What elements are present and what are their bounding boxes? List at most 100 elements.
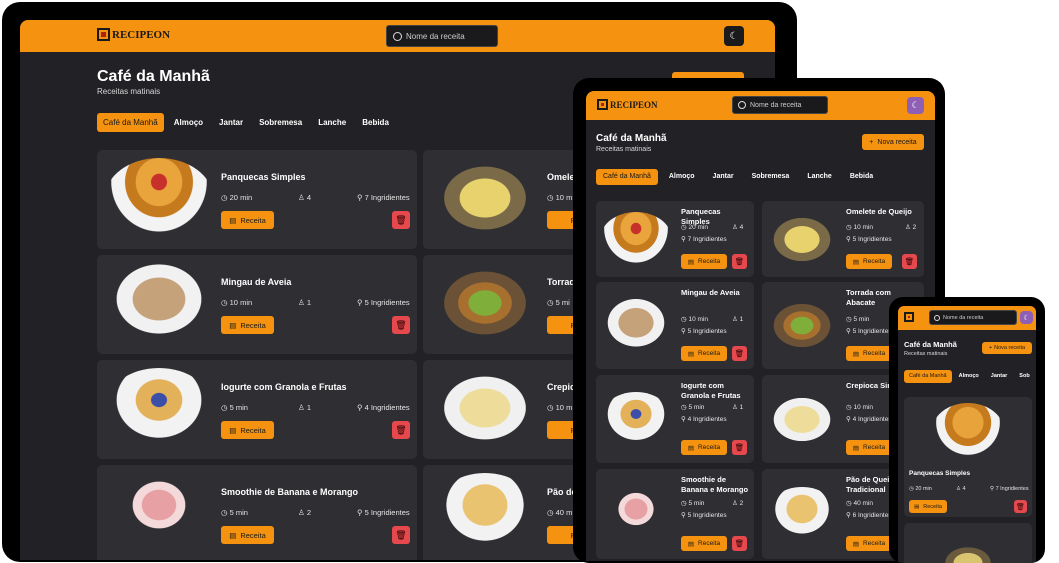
recipe-card[interactable]: Panquecas Simples ◷ 20 min ♙ 4 ⚲ 7 Ingri… (904, 397, 1032, 517)
delete-button[interactable]: 🗑 (732, 440, 747, 455)
receipt-icon: ▤ (852, 540, 860, 548)
recipe-button[interactable]: ▤ Receita (681, 440, 727, 455)
delete-button[interactable]: 🗑 (902, 254, 917, 269)
tab-jantar[interactable]: Jantar (213, 113, 249, 132)
ingredients-icon: ⚲ (681, 236, 686, 243)
delete-button[interactable]: 🗑 (392, 526, 410, 544)
recipe-button[interactable]: ▤ Receita (846, 254, 892, 269)
delete-button[interactable]: 🗑 (392, 316, 410, 334)
recipe-card[interactable]: Mingau de Aveia ◷ 10 min ♙ 1 ⚲ 5 Ingridient… (97, 255, 417, 354)
clock-icon: ◷ (221, 403, 228, 412)
tab-sobremesa[interactable]: Sobremesa (253, 113, 308, 132)
tab-jantar[interactable]: Jantar (706, 169, 741, 185)
recipe-title: Mingau de Aveia (681, 288, 740, 297)
recipe-card[interactable] (904, 523, 1032, 563)
recipe-card[interactable]: Smoothie de Banana e Morango ◷ 5 min ♙ 2 ⚲ … (97, 465, 417, 560)
logo[interactable] (904, 312, 914, 322)
delete-button[interactable]: 🗑 (1014, 500, 1027, 513)
recipe-servings: ♙ 2 (732, 500, 744, 507)
logo[interactable]: RECIPEON (597, 99, 658, 110)
recipe-servings: ♙ 4 (956, 486, 966, 492)
new-recipe-button[interactable]: + Nova receita (982, 342, 1032, 354)
recipe-card[interactable]: Omelete de Queijo ◷ 10 min ♙ 2 ⚲ 5 Ingridie… (762, 201, 924, 277)
recipe-card[interactable]: Smoothie de Banana e Morango ◷ 5 min ♙ 2 ⚲ … (596, 469, 754, 559)
tab-cafe-da-manha[interactable]: Café da Manhã (904, 370, 952, 383)
recipe-button[interactable]: ▤ Receita (846, 440, 892, 455)
theme-toggle[interactable]: ☾ (907, 97, 924, 114)
receipt-icon: ▤ (229, 215, 237, 225)
recipe-card[interactable]: Mingau de Aveia ◷ 10 min ♙ 1 ⚲ 5 Ingridient… (596, 282, 754, 369)
ingredients-icon: ⚲ (681, 512, 686, 519)
new-recipe-label: Nova receita (877, 138, 917, 146)
recipe-title: Mingau de Aveia (221, 277, 292, 287)
clock-icon: ◷ (221, 508, 228, 517)
theme-toggle[interactable]: ☾ (724, 26, 744, 46)
recipe-title: Torrad (547, 277, 575, 287)
recipe-card[interactable]: Panquecas Simples ◷ 20 min ♙ 4 ⚲ 7 Ingridie… (97, 150, 417, 249)
moon-icon: ☾ (1023, 314, 1030, 322)
recipe-card[interactable]: Iogurte com Granola e Frutas ◷ 5 min ♙ 1 ⚲ … (97, 360, 417, 459)
trash-icon: 🗑 (734, 257, 745, 266)
tab-sobremesa[interactable]: Sobremesa (745, 169, 797, 185)
tab-almoco[interactable]: Almoço (954, 370, 984, 383)
recipe-button[interactable]: ▤ Receita (909, 500, 947, 513)
tab-lanche[interactable]: Lanche (800, 169, 839, 185)
recipe-button[interactable]: ▤ Receita (846, 536, 892, 551)
search-icon (738, 101, 746, 109)
clock-icon: ◷ (846, 500, 852, 507)
tab-jantar[interactable]: Jantar (986, 370, 1013, 383)
trash-icon: 🗑 (395, 529, 407, 540)
trash-icon: 🗑 (734, 443, 745, 452)
page-subtitle: Receitas matinais (904, 351, 948, 357)
recipe-time: ◷ 10 min (681, 316, 708, 323)
recipe-image (433, 263, 537, 343)
delete-button[interactable]: 🗑 (732, 254, 747, 269)
recipe-image (433, 158, 537, 238)
recipe-button[interactable]: ▤ Receita (221, 526, 274, 544)
clock-icon: ◷ (221, 193, 228, 202)
recipe-button[interactable]: ▤ Receita (681, 536, 727, 551)
recipe-card[interactable]: Panquecas Simples ◷ 20 min ♙ 4 ⚲ 7 Ingridie… (596, 201, 754, 277)
trash-icon: 🗑 (734, 539, 745, 548)
tab-sob[interactable]: Sob (1014, 370, 1034, 383)
search-placeholder: Nome da receita (750, 101, 802, 109)
recipe-button[interactable]: ▤ Receita (221, 316, 274, 334)
recipe-time: ◷ 5 mi (547, 298, 570, 307)
ingredients-icon: ⚲ (357, 508, 363, 517)
tab-bebida[interactable]: Bebida (356, 113, 395, 132)
clock-icon: ◷ (846, 404, 852, 411)
recipe-ingredients: ⚲ 7 Ingridientes (990, 486, 1029, 492)
recipe-button[interactable]: ▤ Receita (681, 346, 727, 361)
recipe-button[interactable]: ▤ Receita (221, 211, 274, 229)
recipe-image (932, 403, 1004, 459)
recipe-card[interactable]: Iogurte com Granola e Frutas ◷ 5 min ♙ 1 ⚲ … (596, 375, 754, 463)
recipe-button[interactable]: ▤ Receita (846, 346, 892, 361)
tab-bebida[interactable]: Bebida (843, 169, 880, 185)
recipe-title: Omelete de Queijo (846, 207, 912, 216)
ingredients-icon: ⚲ (846, 236, 851, 243)
receipt-icon: ▤ (914, 503, 920, 510)
delete-button[interactable]: 🗑 (732, 346, 747, 361)
user-icon: ♙ (732, 316, 738, 323)
delete-button[interactable]: 🗑 (392, 421, 410, 439)
recipe-button[interactable]: ▤ Receita (681, 254, 727, 269)
tab-cafe-da-manha[interactable]: Café da Manhã (97, 113, 164, 132)
new-recipe-button[interactable]: + Nova receita (862, 134, 924, 150)
theme-toggle[interactable]: ☾ (1020, 311, 1033, 324)
tab-almoco[interactable]: Almoço (168, 113, 209, 132)
search-input[interactable]: Nome da receita (732, 96, 828, 114)
tab-almoco[interactable]: Almoço (662, 169, 702, 185)
delete-button[interactable]: 🗑 (732, 536, 747, 551)
tab-cafe-da-manha[interactable]: Café da Manhã (596, 169, 658, 185)
page-title: Café da Manhã (596, 133, 667, 144)
clock-icon: ◷ (681, 224, 687, 231)
recipe-servings: ♙ 2 (905, 224, 917, 231)
recipe-image (766, 298, 838, 353)
search-input[interactable]: Nome da receita (929, 310, 1017, 325)
search-input[interactable]: Nome da receita (386, 25, 498, 47)
clock-icon: ◷ (547, 193, 554, 202)
recipe-button[interactable]: ▤ Receita (221, 421, 274, 439)
tab-lanche[interactable]: Lanche (312, 113, 352, 132)
delete-button[interactable]: 🗑 (392, 211, 410, 229)
logo[interactable]: RECIPEON (97, 28, 170, 41)
